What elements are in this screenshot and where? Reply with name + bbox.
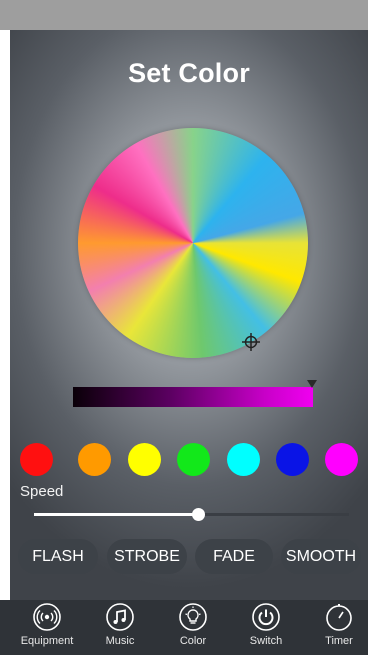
lightbulb-icon (179, 603, 207, 631)
tab-switch-label: Switch (249, 635, 283, 647)
tab-music-label: Music (105, 635, 135, 647)
speed-slider-thumb[interactable] (191, 508, 205, 521)
tab-timer[interactable]: Timer (302, 600, 368, 655)
tab-switch[interactable]: Switch (229, 600, 303, 655)
speed-slider[interactable] (34, 508, 349, 521)
broadcast-icon (33, 603, 61, 631)
strobe-button[interactable]: STROBE (107, 539, 187, 574)
brightness-bar[interactable] (73, 387, 313, 407)
tab-equipment-label: Equipment (20, 635, 74, 647)
music-note-icon (106, 603, 134, 631)
tab-color[interactable]: Color (156, 600, 230, 655)
fade-button[interactable]: FADE (195, 539, 273, 574)
status-bar (0, 0, 368, 30)
swatch-blue[interactable] (276, 443, 309, 476)
tab-equipment[interactable]: Equipment (10, 600, 84, 655)
tab-music[interactable]: Music (83, 600, 157, 655)
color-wheel[interactable] (78, 128, 308, 358)
swatch-cyan[interactable] (227, 443, 260, 476)
flash-button[interactable]: FLASH (18, 539, 98, 574)
swatch-green[interactable] (177, 443, 210, 476)
swatch-red[interactable] (20, 443, 53, 476)
speed-slider-fill (34, 513, 198, 516)
brightness-marker-icon[interactable] (307, 380, 317, 388)
swatch-yellow[interactable] (128, 443, 161, 476)
stopwatch-icon (326, 604, 352, 631)
swatch-magenta[interactable] (325, 443, 358, 476)
power-icon (252, 603, 280, 631)
smooth-button[interactable]: SMOOTH (281, 539, 361, 574)
bottom-tab-bar: Equipment Music Color Switch Timer (0, 600, 368, 655)
color-picker-crosshair-icon[interactable] (241, 332, 261, 352)
tab-color-label: Color (179, 635, 207, 647)
swatch-orange[interactable] (78, 443, 111, 476)
tab-timer-label: Timer (325, 635, 353, 647)
page-title: Set Color (128, 58, 250, 88)
color-screen: Set Color Speed FLASH STROBE FADE SMOOTH (10, 30, 368, 600)
speed-label: Speed (20, 483, 64, 500)
